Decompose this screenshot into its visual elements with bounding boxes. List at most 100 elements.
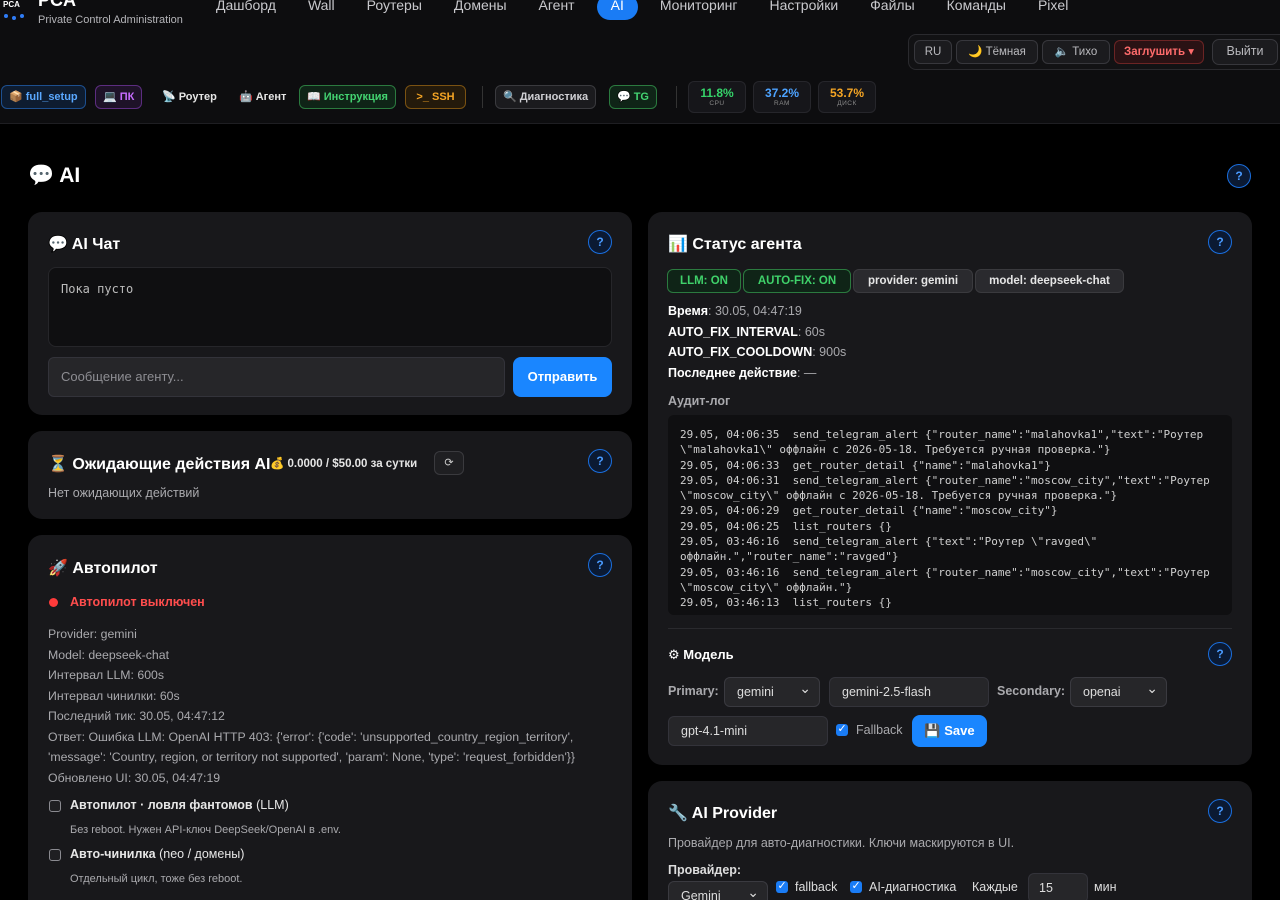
mute-dropdown-button[interactable]: Заглушить ▾ — [1114, 40, 1204, 64]
send-button[interactable]: Отправить — [513, 357, 612, 397]
save-model-button[interactable]: 💾 Save — [912, 715, 987, 747]
language-button[interactable]: RU — [914, 40, 952, 64]
nav-agent[interactable]: Агент — [523, 0, 591, 20]
chat-help-button[interactable]: ? — [588, 230, 612, 254]
pc-button[interactable]: 💻 ПК — [95, 85, 143, 109]
pending-empty-text: Нет ожидающих действий — [48, 486, 200, 500]
pending-actions-card: ⏳ Ожидающие действия AI 💰 0.0000 / $50.0… — [28, 431, 632, 519]
status-cooldown: AUTO_FIX_COOLDOWN: 900s — [668, 345, 847, 359]
audit-log[interactable]: 29.05, 04:06:35 send_telegram_alert {"ro… — [668, 415, 1232, 615]
package-icon: 📦 — [9, 91, 23, 103]
provider-select[interactable]: Gemini — [668, 878, 768, 900]
nav-domains[interactable]: Домены — [438, 0, 523, 20]
logout-button[interactable]: Выйти — [1212, 39, 1278, 65]
top-bar: PCA PCA Private Control Administration Д… — [0, 0, 1280, 124]
nav-dashboard[interactable]: Дашборд — [200, 0, 292, 20]
primary-provider-select[interactable]: gemini — [724, 674, 820, 707]
interval-minutes-input[interactable]: 15 — [1028, 873, 1088, 900]
model-help-button[interactable]: ? — [1208, 642, 1232, 666]
status-last-action: Последнее действие: — — [668, 366, 817, 380]
metric-label: ДИСК — [837, 100, 857, 107]
secondary-model-input[interactable]: gpt-4.1-mini — [668, 716, 828, 746]
card-title: 🔧 AI Provider — [668, 805, 778, 822]
brand[interactable]: PCA PCA Private Control Administration — [0, 0, 183, 26]
metric-label: RAM — [774, 100, 790, 107]
model-badge: model: deepseek-chat — [975, 269, 1124, 293]
router-button[interactable]: 📡 Роутер — [154, 85, 225, 109]
provider-fallback-checkbox[interactable] — [776, 879, 788, 893]
budget-label: 💰 0.0000 / $50.00 за сутки — [270, 458, 418, 470]
book-icon: 📖 — [307, 91, 321, 103]
provider-badge: provider: gemini — [853, 269, 973, 293]
chat-bubble-icon: 💬 — [617, 91, 631, 103]
status-interval: AUTO_FIX_INTERVAL: 60s — [668, 325, 825, 339]
provider-fallback-label: fallback — [795, 880, 838, 894]
provider-help-button[interactable]: ? — [1208, 799, 1232, 823]
chat-message-input[interactable]: Сообщение агенту... — [48, 357, 505, 397]
brand-logo-icon: PCA — [0, 0, 30, 26]
nav-wall[interactable]: Wall — [292, 0, 351, 20]
ai-diagnostics-checkbox[interactable] — [850, 879, 862, 893]
nav-ai[interactable]: AI — [596, 0, 638, 20]
telegram-button[interactable]: 💬 TG — [609, 85, 657, 109]
metric-value: 37.2% — [764, 86, 800, 100]
audit-entry: 29.05, 03:46:13 list_routers {} — [680, 596, 892, 610]
llm-status-badge: LLM: ON — [667, 269, 741, 293]
card-title: 🚀 Автопилот — [48, 560, 158, 577]
interval-prefix-label: Каждые — [972, 880, 1018, 894]
audit-entry: 29.05, 04:06:25 list_routers {} — [680, 519, 892, 533]
autopilot-status: Автопилот выключен — [70, 595, 205, 609]
refresh-button[interactable]: ⟳ — [434, 451, 464, 475]
autopilot-details: Provider: gemini Model: deepseek-chat Ин… — [48, 627, 576, 785]
nav-files[interactable]: Файлы — [854, 0, 930, 20]
primary-model-input[interactable]: gemini-2.5-flash — [829, 677, 989, 707]
fallback-checkbox[interactable] — [836, 722, 848, 736]
interval-unit-label: мин — [1094, 880, 1117, 894]
header-controls: RU 🌙 Тёмная 🔈 Тихо Заглушить ▾ Выйти — [908, 34, 1280, 70]
auto-fix-status-badge: AUTO-FIX: ON — [743, 269, 851, 293]
fallback-label: Fallback — [856, 723, 903, 737]
guide-button[interactable]: 📖 Инструкция — [299, 85, 396, 109]
metric-ram: 37.2% RAM — [753, 81, 811, 113]
auto-fix-checkbox[interactable] — [49, 849, 61, 861]
provider-label: Провайдер: — [668, 863, 742, 877]
sound-toggle-button[interactable]: 🔈 Тихо — [1042, 40, 1110, 64]
divider — [668, 628, 1232, 629]
audit-entry: 29.05, 03:46:16 send_telegram_alert {"ro… — [680, 565, 1217, 594]
autopilot-phantom-label: Автопилот · ловля фантомов (LLM) — [70, 798, 289, 812]
status-dot — [49, 598, 58, 607]
full-setup-button[interactable]: 📦 full_setup — [1, 85, 86, 109]
chat-history: Пока пусто — [48, 267, 612, 347]
main-nav: Дашборд Wall Роутеры Домены Агент AI Мон… — [200, 0, 1084, 20]
nav-routers[interactable]: Роутеры — [351, 0, 438, 20]
autopilot-help-button[interactable]: ? — [588, 553, 612, 577]
secondary-provider-select[interactable]: openai — [1070, 674, 1167, 707]
autopilot-phantom-checkbox[interactable] — [49, 800, 61, 812]
theme-toggle-button[interactable]: 🌙 Тёмная — [956, 40, 1038, 64]
agent-button[interactable]: 🤖 Агент — [231, 85, 294, 109]
nav-pixel[interactable]: Pixel — [1022, 0, 1084, 20]
metric-cpu: 11.8% CPU — [688, 81, 746, 113]
nav-settings[interactable]: Настройки — [754, 0, 855, 20]
audit-entry: 29.05, 04:06:35 send_telegram_alert {"ro… — [680, 428, 1210, 457]
nav-commands[interactable]: Команды — [931, 0, 1022, 20]
metric-disk: 53.7% ДИСК — [818, 81, 876, 113]
page-help-button[interactable]: ? — [1227, 164, 1251, 188]
primary-label: Primary: — [668, 684, 719, 698]
status-help-button[interactable]: ? — [1208, 230, 1232, 254]
diagnostics-button[interactable]: 🔍 Диагностика — [495, 85, 597, 109]
metric-label: CPU — [709, 100, 725, 107]
computer-icon: 💻 — [103, 91, 117, 103]
audit-entry: 29.05, 04:06:31 send_telegram_alert {"ro… — [680, 473, 1217, 503]
separator — [676, 86, 677, 108]
audit-log-title: Аудит-лог — [668, 394, 731, 408]
secondary-label: Secondary: — [997, 684, 1066, 698]
metric-value: 11.8% — [700, 86, 734, 100]
auto-fix-label: Авто-чинилка (neo / домены) — [70, 847, 245, 861]
separator — [482, 86, 483, 108]
pending-help-button[interactable]: ? — [588, 449, 612, 473]
ssh-button[interactable]: >_ SSH — [405, 85, 466, 109]
card-title: 📊 Статус агента — [668, 236, 802, 253]
card-title: 💬 AI Чат — [48, 236, 121, 253]
nav-monitoring[interactable]: Мониторинг — [644, 0, 754, 20]
